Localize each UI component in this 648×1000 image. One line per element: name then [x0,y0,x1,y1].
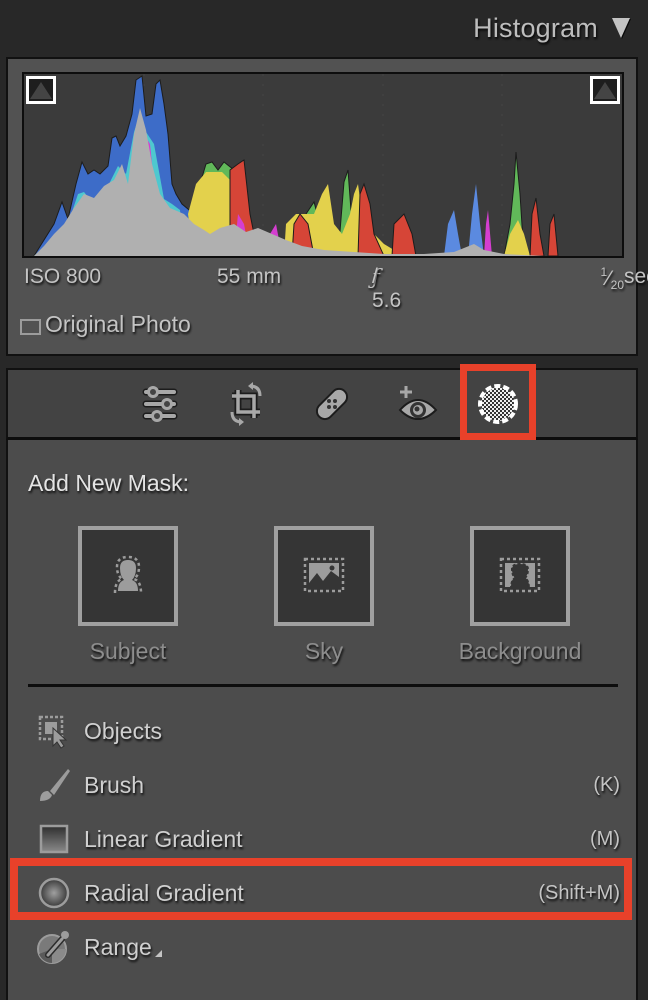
healing-tool-button[interactable] [308,380,356,428]
select-subject-icon [113,555,143,594]
original-photo-toggle[interactable]: Original Photo [20,309,191,339]
eye-plus-icon [398,386,438,420]
crop-rotate-icon [230,382,262,426]
histogram-plot [24,74,622,256]
triangle-down-icon[interactable] [612,18,630,38]
masking-tool-highlight [460,364,536,440]
brush-icon [34,765,74,805]
brush-shortcut: (K) [593,773,620,796]
triangle-up-icon [594,81,616,99]
crop-tool-button[interactable] [222,380,270,428]
sky-mask-button[interactable] [274,526,374,626]
radial-gradient-highlight [10,858,632,920]
linear-gradient-icon [34,819,74,859]
objects-label: Objects [84,717,162,744]
shutter-speed-value: 1⁄20 sec [600,265,648,292]
brush-label: Brush [84,771,145,798]
shadow-clipping-button[interactable] [26,76,56,104]
histogram-header[interactable]: Histogram [0,0,648,56]
linear-gradient-label: Linear Gradient [84,825,243,852]
tool-strip [6,364,638,440]
red-eye-tool-button[interactable] [394,380,442,428]
linear-gradient-mask-item[interactable]: Linear Gradient (M) [28,816,620,862]
triangle-up-icon [30,81,52,99]
range-mask-item[interactable]: Range [28,924,620,970]
aperture-number: / 5.6 [372,265,402,312]
histogram-title: Histogram [473,12,598,43]
subject-mask-button[interactable] [78,526,178,626]
subject-mask-label: Subject [89,638,167,664]
original-photo-label: Original Photo [45,310,191,337]
bandage-icon [315,387,349,421]
mask-section-divider [28,684,618,687]
edit-tool-button[interactable] [136,380,184,428]
sky-mask-label: Sky [304,638,344,664]
range-eyedropper-icon [34,927,74,967]
brush-mask-item[interactable]: Brush (K) [28,762,620,808]
add-new-mask-label: Add New Mask: [28,470,190,496]
background-mask-button[interactable] [470,526,570,626]
select-sky-icon [303,557,345,593]
shutter-numerator: 1 [600,265,608,279]
exif-info: ISO 800 55 mm ƒ / 5.6 1⁄20 sec [24,265,648,312]
linear-gradient-shortcut: (M) [590,827,620,850]
range-label[interactable]: Range [84,934,162,961]
histogram-panel: ISO 800 55 mm ƒ / 5.6 1⁄20 sec Original … [6,57,648,356]
objects-mask-item[interactable]: Objects [28,708,620,754]
background-mask-label: Background [458,638,582,664]
histogram-graph [22,72,624,258]
histogram-light-blue-peaks [444,184,484,256]
select-background-icon [499,557,541,593]
masking-panel: Add New Mask: Subject Sky Background Obj… [6,440,638,1000]
shutter-unit: sec [624,265,648,288]
shutter-denominator: 20 [610,278,624,292]
sliders-icon [142,386,178,422]
highlight-clipping-button[interactable] [590,76,620,104]
objects-select-icon [34,711,74,751]
range-label-text: Range [84,933,152,960]
submenu-caret-icon [154,949,162,957]
focal-length-value: 55 mm [217,265,282,288]
original-photo-checkbox[interactable] [20,319,41,335]
iso-value: ISO 800 [24,265,102,288]
